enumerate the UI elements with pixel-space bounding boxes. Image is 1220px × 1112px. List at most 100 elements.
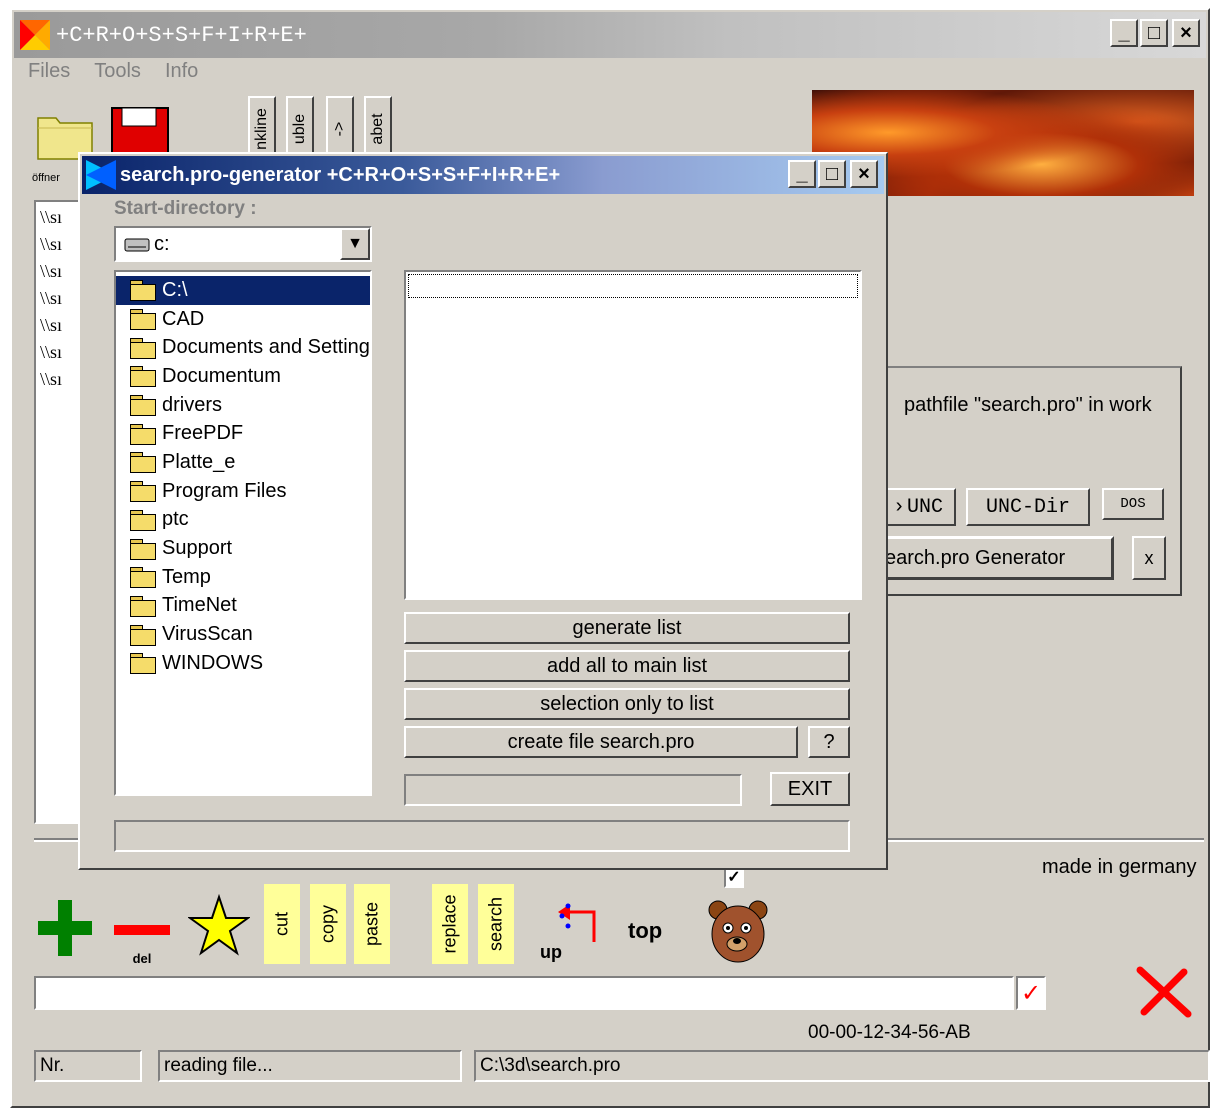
tree-item[interactable]: Documents and Settings [116,333,370,362]
tab-label: abet [369,113,386,145]
tree-item[interactable]: Support [116,534,370,563]
list-item[interactable]: \\sı [40,258,80,285]
folder-label: VirusScan [162,623,253,646]
dos-button[interactable]: DOS [1102,488,1164,520]
status-nr: Nr. [34,1050,142,1082]
folder-tree[interactable]: C:\ CAD Documents and Settings Documentu… [114,270,372,796]
tree-item[interactable]: FreePDF [116,419,370,448]
folder-icon [130,653,156,675]
paste-label: paste [361,901,382,947]
bear-button[interactable] [706,898,770,966]
tree-item[interactable]: Documentum [116,362,370,391]
help-button[interactable]: ? [808,726,850,758]
checkmark-icon: ✓ [1020,979,1042,1007]
list-item[interactable]: \\sı [40,366,80,393]
search-label: search [485,896,506,952]
close-button[interactable]: × [1172,19,1200,47]
list-item[interactable]: \\sı [40,231,80,258]
folder-label: TimeNet [162,594,237,617]
add-all-to-main-list-button[interactable]: add all to main list [404,650,850,682]
tree-item[interactable]: ptc [116,506,370,535]
maximize-button[interactable]: □ [1140,19,1168,47]
copy-button[interactable]: copy [310,884,346,964]
chevron-down-icon[interactable]: ▼ [340,228,370,260]
top-button[interactable]: top [628,918,662,944]
replace-label: replace [439,894,460,954]
generate-list-button[interactable]: generate list [404,612,850,644]
open-label: öffner [32,172,60,184]
favorite-button[interactable] [186,893,252,958]
mac-address: 00-00-12-34-56-AB [808,1022,971,1043]
tree-item[interactable]: VirusScan [116,620,370,649]
made-in-label: made in germany [1042,856,1197,878]
tree-item[interactable]: drivers [116,391,370,420]
drive-select[interactable]: c: ▼ [114,226,372,262]
paste-button[interactable]: paste [354,884,390,964]
red-x-icon [1136,966,1192,1018]
list-item[interactable]: \\sı [40,339,80,366]
folder-label: Support [162,537,233,560]
dialog-minimize-button[interactable]: _ [788,160,816,188]
window-title: +C+R+O+S+S+F+I+R+E+ [56,22,307,48]
folder-icon [130,624,156,646]
copy-label: copy [317,904,338,944]
replace-button[interactable]: replace [432,884,468,964]
unc-button[interactable]: › UNC [880,488,956,526]
tree-item-root[interactable]: C:\ [116,276,370,305]
confirm-checkmark-button[interactable]: ✓ [1016,976,1046,1010]
result-file-list[interactable] [404,270,862,600]
title-bar[interactable]: +C+R+O+S+S+F+I+R+E+ [14,12,1206,58]
tree-item[interactable]: Program Files [116,477,370,506]
cancel-x-button[interactable] [1136,966,1192,1018]
add-button[interactable] [36,894,94,960]
close-panel-button[interactable]: x [1132,536,1166,580]
unc-dir-button[interactable]: UNC-Dir [966,488,1090,526]
folder-icon [130,481,156,503]
folder-icon [130,337,156,359]
tree-item[interactable]: Platte_e [116,448,370,477]
search-pro-generator-button[interactable]: earch.pro Generator [880,536,1114,580]
menu-files[interactable]: Files [28,60,70,83]
tree-item[interactable]: CAD [116,305,370,334]
star-icon [186,893,252,956]
bear-checkbox[interactable]: ✓ [724,868,744,888]
cut-button[interactable]: cut [264,884,300,964]
list-focus-row[interactable] [408,274,858,298]
minus-icon [114,925,170,935]
list-item[interactable]: \\sı [40,204,80,231]
tab-label: uble [291,113,308,145]
folder-label: FreePDF [162,422,244,445]
tree-item[interactable]: WINDOWS [116,649,370,678]
menu-info[interactable]: Info [165,60,198,83]
up-label: up [540,942,562,962]
folder-label: Platte_e [162,450,236,473]
list-item[interactable]: \\sı [40,312,80,339]
folder-icon [130,309,156,331]
up-arrow-icon [558,903,596,942]
folder-label: CAD [162,307,205,330]
list-item[interactable]: \\sı [40,285,80,312]
command-input[interactable] [34,976,1014,1010]
drive-icon [124,238,150,252]
drive-value: c: [154,233,170,255]
dialog-close-button[interactable]: × [850,160,878,188]
folder-label: Program Files [162,479,287,502]
tab-label: nkline [253,108,270,150]
folder-icon [130,395,156,417]
exit-button[interactable]: EXIT [770,772,850,806]
search-button[interactable]: search [478,884,514,964]
create-file-search-pro-button[interactable]: create file search.pro [404,726,798,758]
start-directory-label: Start-directory : [114,198,257,219]
menu-tools[interactable]: Tools [94,60,141,83]
dialog-maximize-button[interactable]: □ [818,160,846,188]
tree-item[interactable]: Temp [116,563,370,592]
menu-bar: Files Tools Info [28,60,198,83]
delete-button[interactable]: del [112,920,172,970]
minimize-button[interactable]: _ [1110,19,1138,47]
move-up-button[interactable]: up [538,902,604,962]
tree-item[interactable]: TimeNet [116,592,370,621]
selection-only-to-list-button[interactable]: selection only to list [404,688,850,720]
dialog-title-bar[interactable]: search.pro-generator +C+R+O+S+S+F+I+R+E+ [82,156,884,194]
open-folder-icon [130,280,156,302]
del-label: del [132,951,152,966]
